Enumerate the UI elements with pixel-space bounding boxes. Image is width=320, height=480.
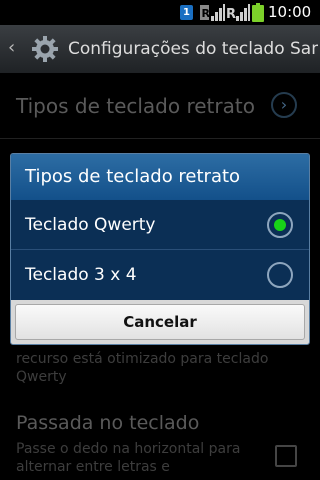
signal-icon: R (226, 4, 250, 22)
dialog-title: Tipos de teclado retrato (11, 154, 309, 200)
notification-icon: 1 (180, 5, 193, 20)
clock: 10:00 (268, 3, 312, 21)
option-label: Teclado Qwerty (25, 215, 156, 235)
svg-text:R: R (202, 7, 211, 20)
page-title: Configurações do teclado Samsung (68, 39, 318, 59)
radio-dot-icon (274, 219, 286, 231)
action-bar: ‹ Configurações do teclado Samsung (0, 25, 320, 73)
portrait-keyboard-types-dialog: Tipos de teclado retrato Teclado Qwerty … (10, 153, 310, 345)
option-label: Teclado 3 x 4 (25, 265, 137, 285)
svg-text:R: R (226, 7, 236, 22)
signal-r-icon: R (200, 4, 225, 21)
gear-icon[interactable] (30, 34, 60, 64)
dialog-button-bar: Cancelar (11, 300, 309, 344)
cancel-button[interactable]: Cancelar (15, 304, 305, 340)
radio-selected[interactable] (267, 212, 293, 238)
dialog-options-list: Teclado Qwerty Teclado 3 x 4 (11, 200, 309, 300)
option-3x4[interactable]: Teclado 3 x 4 (11, 250, 309, 300)
option-qwerty[interactable]: Teclado Qwerty (11, 200, 309, 250)
radio-unselected[interactable] (267, 262, 293, 288)
battery-icon (252, 3, 264, 22)
back-chevron-icon[interactable]: ‹ (8, 37, 15, 58)
status-bar: 1 R R 10:00 (0, 0, 320, 25)
